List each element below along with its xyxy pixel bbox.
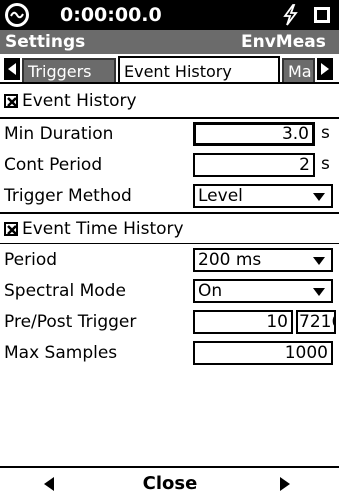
event-history-label: Event History <box>22 91 137 111</box>
trigger-method-label: Trigger Method <box>4 186 132 206</box>
power-plug-icon <box>283 4 298 26</box>
event-time-history-checkbox[interactable] <box>4 222 18 236</box>
bottom-bar: Close <box>0 466 339 499</box>
event-history-row: Event History <box>0 86 339 116</box>
mode-title: EnvMeas <box>241 32 326 52</box>
min-duration-field[interactable]: 3.0 <box>193 122 315 146</box>
cont-period-label: Cont Period <box>4 155 103 175</box>
nav-prev-icon[interactable] <box>44 477 54 491</box>
app-logo-icon[interactable] <box>5 3 29 27</box>
tab-event-history[interactable]: Event History <box>118 56 280 82</box>
title-bar: Settings EnvMeas <box>0 30 339 54</box>
tab-scroll-right-icon[interactable] <box>317 58 333 80</box>
chevron-down-icon <box>313 288 325 296</box>
spectral-mode-select[interactable]: On <box>193 279 333 303</box>
period-label: Period <box>4 250 58 270</box>
min-duration-unit: s <box>321 123 330 143</box>
min-duration-label: Min Duration <box>4 124 114 144</box>
event-history-checkbox[interactable] <box>4 94 18 108</box>
max-samples-field[interactable]: 1000 <box>193 341 333 365</box>
status-bar: 0:00:00.0 <box>0 0 339 30</box>
spectral-mode-label: Spectral Mode <box>4 281 126 301</box>
page-title: Settings <box>5 32 86 52</box>
tab-scroll-left-icon[interactable] <box>4 58 20 80</box>
elapsed-timer: 0:00:00.0 <box>60 4 162 26</box>
event-time-history-row: Event Time History <box>0 214 339 244</box>
cont-period-unit: s <box>321 154 330 174</box>
trigger-method-select[interactable]: Level <box>193 184 333 208</box>
trigger-method-value: Level <box>198 186 243 206</box>
cont-period-row: Cont Period 2 s <box>0 150 339 180</box>
trigger-method-row: Trigger Method Level <box>0 181 339 211</box>
post-trigger-field[interactable]: 72160 <box>296 310 336 334</box>
min-duration-row: Min Duration 3.0 s <box>0 119 339 149</box>
event-time-history-label: Event Time History <box>22 219 184 239</box>
tab-more[interactable]: Ma <box>282 58 315 82</box>
chevron-down-icon <box>313 257 325 265</box>
nav-next-icon[interactable] <box>280 477 290 491</box>
period-row: Period 200 ms <box>0 245 339 275</box>
pre-trigger-field[interactable]: 10 <box>193 310 293 334</box>
close-button[interactable]: Close <box>110 468 230 499</box>
pre-post-trigger-row: Pre/Post Trigger 10 72160 <box>0 307 339 337</box>
max-samples-row: Max Samples 1000 <box>0 338 339 368</box>
period-value: 200 ms <box>198 250 262 270</box>
pre-post-trigger-label: Pre/Post Trigger <box>4 312 137 332</box>
tab-triggers[interactable]: Triggers <box>22 58 116 82</box>
spectral-mode-row: Spectral Mode On <box>0 276 339 306</box>
screen-icon[interactable] <box>314 7 330 23</box>
chevron-down-icon <box>313 193 325 201</box>
tab-strip: Triggers Event History Ma <box>0 54 339 84</box>
cont-period-field[interactable]: 2 <box>193 153 315 177</box>
max-samples-label: Max Samples <box>4 343 118 363</box>
divider <box>0 243 339 244</box>
period-select[interactable]: 200 ms <box>193 248 333 272</box>
spectral-mode-value: On <box>198 281 223 301</box>
